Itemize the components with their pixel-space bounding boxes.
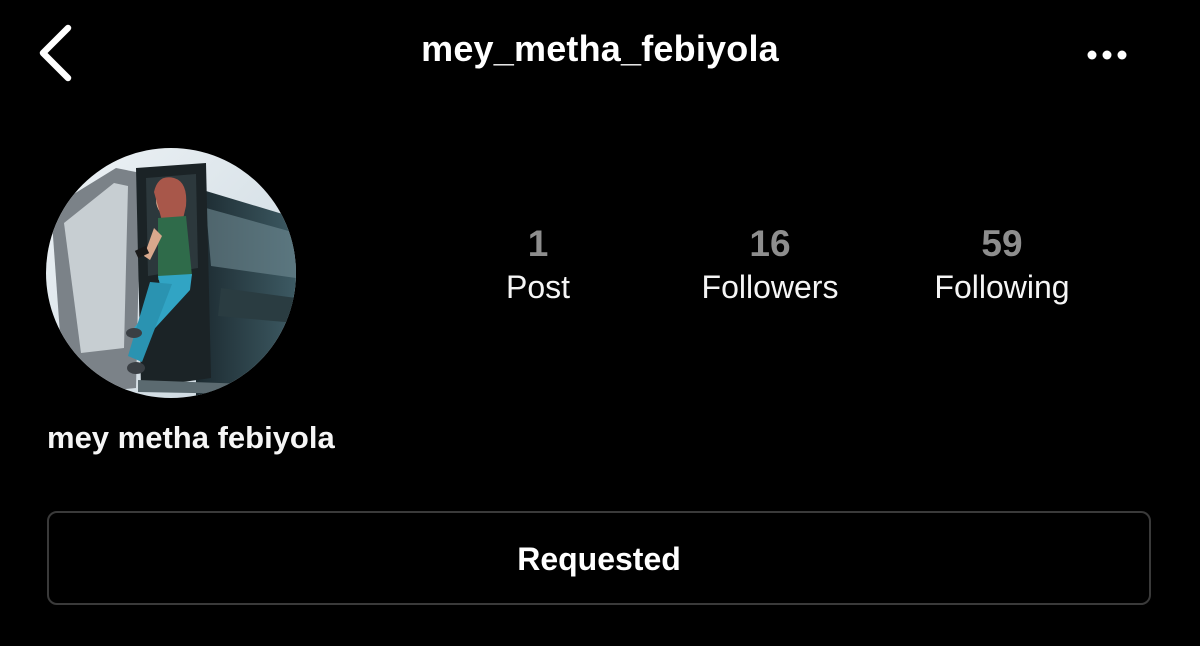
profile-display-name: mey metha febiyola [47,420,335,455]
following-label: Following [934,269,1070,305]
followers-label: Followers [701,269,839,305]
requested-button[interactable]: Requested [47,511,1151,605]
stat-followers[interactable]: 16 Followers [650,222,890,308]
posts-count: 1 [527,223,549,264]
stat-posts[interactable]: 1 Post [418,222,658,308]
more-options-button[interactable] [1078,36,1134,74]
avatar[interactable] [46,148,296,398]
followers-count: 16 [749,223,791,264]
profile-username: mey_metha_febiyola [421,28,779,69]
stat-following[interactable]: 59 Following [882,222,1122,308]
ellipsis-horizontal-icon [1087,50,1127,60]
posts-label: Post [505,269,571,305]
following-count: 59 [981,223,1023,264]
top-navigation-bar: mey_metha_febiyola [0,0,1200,110]
profile-photo [46,148,296,398]
